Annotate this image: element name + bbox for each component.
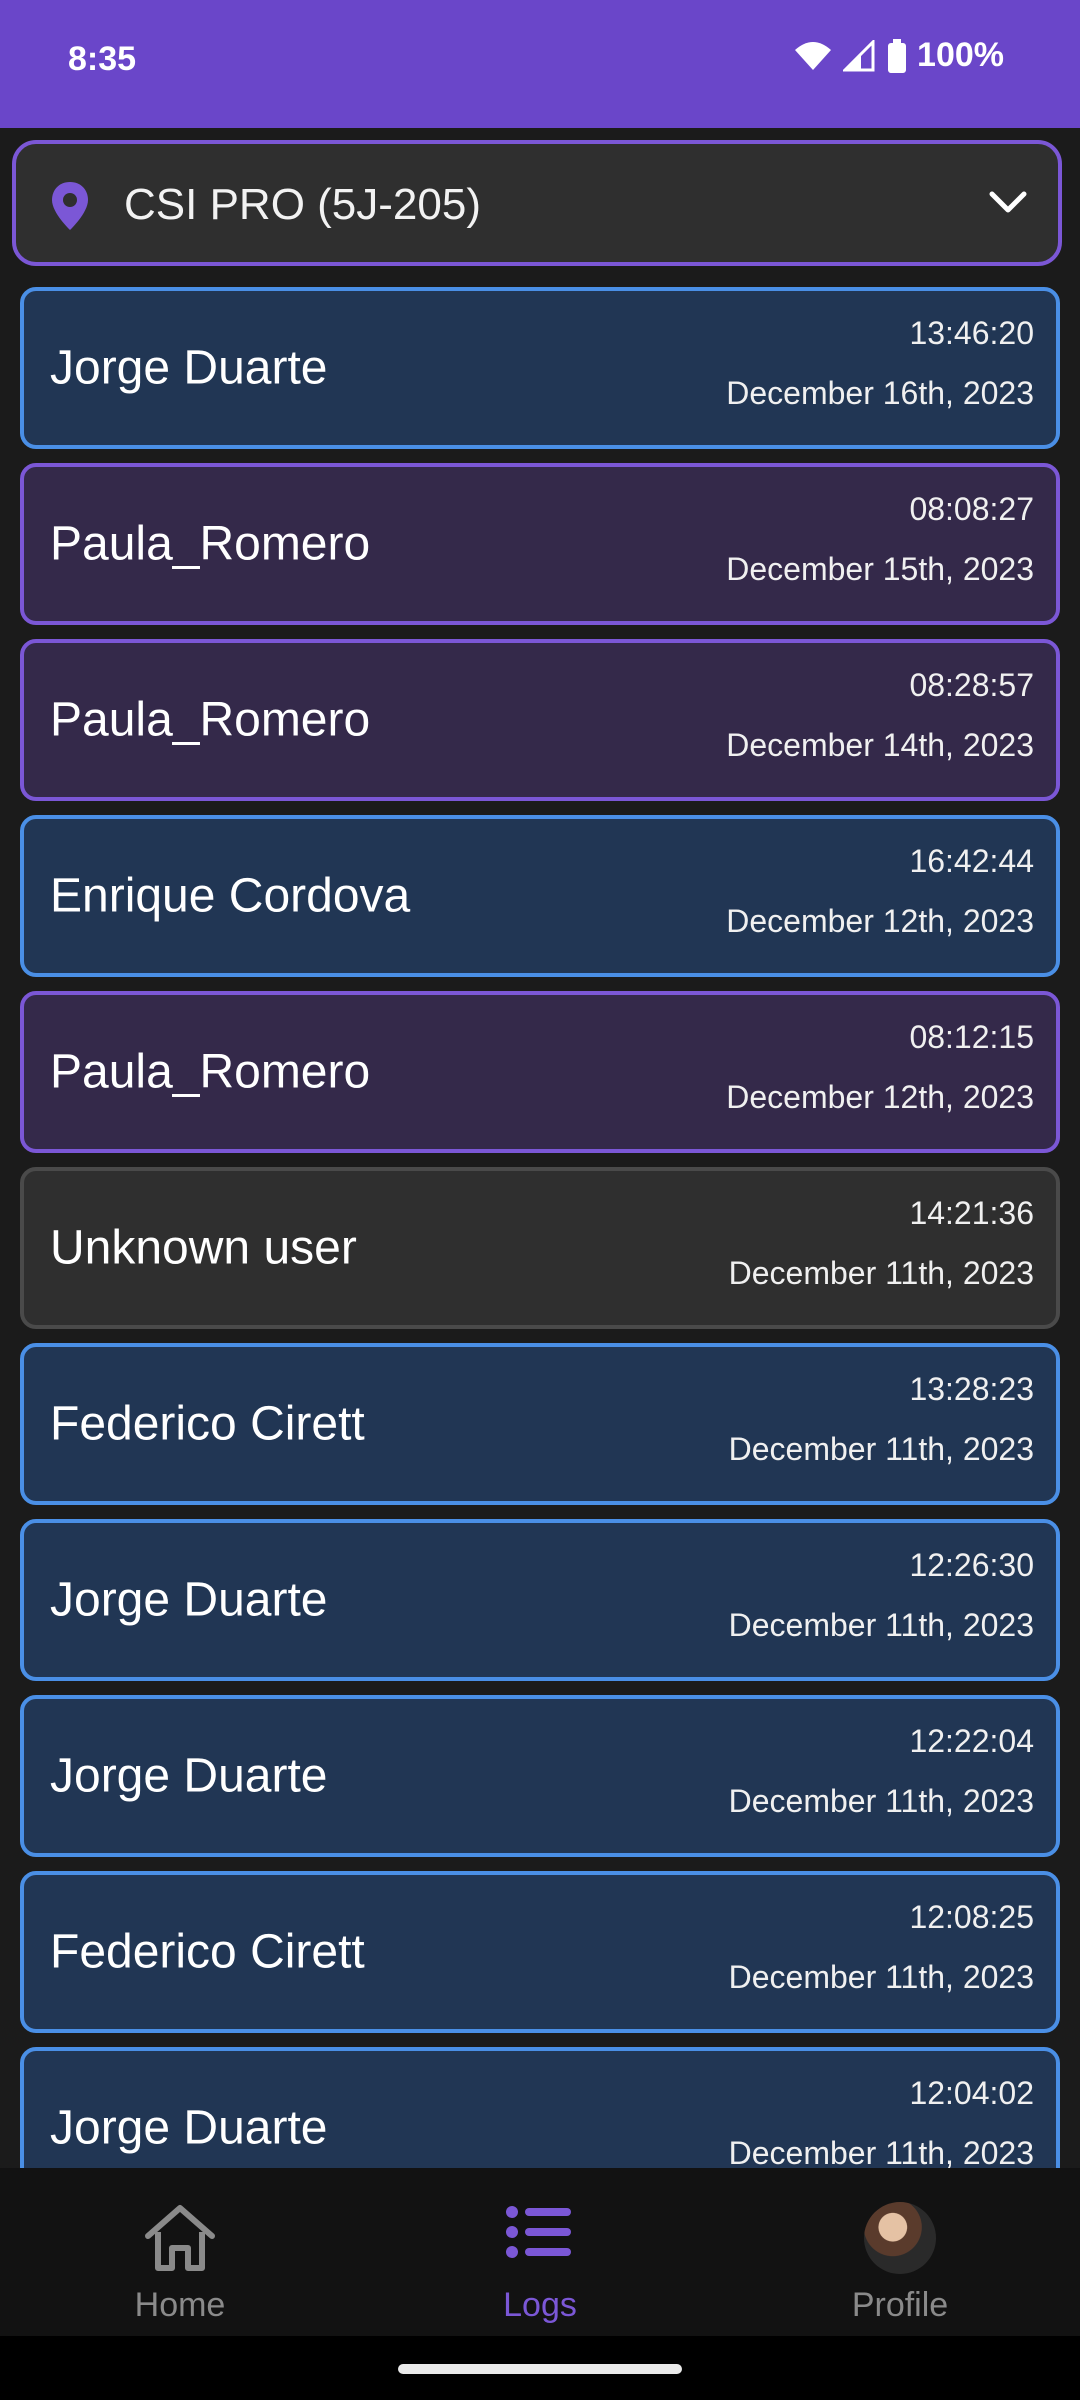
log-date: December 11th, 2023	[728, 1607, 1034, 1643]
log-date: December 15th, 2023	[726, 551, 1034, 587]
signal-icon	[843, 39, 877, 72]
log-user-name: Federico Cirett	[50, 1925, 365, 1979]
log-date: December 12th, 2023	[726, 1079, 1034, 1115]
logs-list[interactable]: Jorge Duarte 13:46:20 December 16th, 2023 P…	[20, 287, 1060, 2168]
log-time: 16:42:44	[909, 843, 1034, 879]
nav-profile[interactable]: Profile	[720, 2168, 1080, 2336]
log-time: 12:04:02	[909, 2075, 1034, 2111]
log-user-name: Unknown user	[50, 1221, 357, 1275]
battery-percent: 100%	[917, 36, 1004, 74]
log-user-name: Federico Cirett	[50, 1397, 365, 1451]
bottom-nav: Home Logs Profile	[0, 2168, 1080, 2336]
log-user-name: Enrique Cordova	[50, 869, 411, 923]
log-time: 13:46:20	[909, 315, 1034, 351]
status-bar: 8:35 100%	[0, 0, 1080, 128]
nav-logs[interactable]: Logs	[360, 2168, 720, 2336]
avatar	[864, 2202, 936, 2274]
log-time: 08:08:27	[909, 491, 1034, 527]
gesture-area	[0, 2336, 1080, 2400]
log-date: December 11th, 2023	[728, 1959, 1034, 1995]
log-user-name: Jorge Duarte	[50, 341, 328, 395]
log-time: 08:12:15	[909, 1019, 1034, 1055]
status-icons: 100%	[793, 36, 1004, 75]
wifi-icon	[793, 40, 833, 72]
nav-home-label: Home	[134, 2286, 226, 2324]
home-icon	[142, 2202, 218, 2279]
log-user-name: Jorge Duarte	[50, 1749, 328, 1803]
log-entry-card[interactable]: Enrique Cordova 16:42:44 December 12th, 20…	[20, 815, 1060, 977]
battery-icon	[887, 38, 907, 73]
log-time: 12:08:25	[909, 1899, 1034, 1935]
log-date: December 11th, 2023	[728, 2135, 1034, 2168]
log-entry-card[interactable]: Jorge Duarte 12:26:30 December 11th, 2023	[20, 1519, 1060, 1681]
log-date: December 11th, 2023	[728, 1431, 1034, 1467]
log-user-name: Jorge Duarte	[50, 1573, 328, 1627]
location-selector[interactable]: CSI PRO (5J-205)	[12, 140, 1062, 266]
log-date: December 16th, 2023	[726, 375, 1034, 411]
log-time: 12:26:30	[909, 1547, 1034, 1583]
log-date: December 11th, 2023	[728, 1783, 1034, 1819]
log-date: December 14th, 2023	[726, 727, 1034, 763]
log-time: 13:28:23	[909, 1371, 1034, 1407]
log-entry-card[interactable]: Federico Cirett 12:08:25 December 11th, 20…	[20, 1871, 1060, 2033]
log-user-name: Paula_Romero	[50, 693, 371, 747]
list-icon	[505, 2202, 575, 2267]
log-entry-card[interactable]: Jorge Duarte 13:46:20 December 16th, 2023	[20, 287, 1060, 449]
nav-profile-label: Profile	[851, 2286, 949, 2324]
log-time: 08:28:57	[909, 667, 1034, 703]
chevron-down-icon[interactable]	[988, 188, 1028, 221]
log-entry-card[interactable]: Jorge Duarte 12:22:04 December 11th, 2023	[20, 1695, 1060, 1857]
log-entry-card[interactable]: Jorge Duarte 12:04:02 December 11th, 2023	[20, 2047, 1060, 2168]
log-entry-card[interactable]: Paula_Romero 08:28:57 December 14th, 2023	[20, 639, 1060, 801]
log-entry-card[interactable]: Paula_Romero 08:12:15 December 12th, 2023	[20, 991, 1060, 1153]
profile-avatar	[864, 2202, 936, 2274]
log-user-name: Paula_Romero	[50, 517, 371, 571]
log-time: 12:22:04	[909, 1723, 1034, 1759]
log-user-name: Paula_Romero	[50, 1045, 371, 1099]
log-date: December 12th, 2023	[726, 903, 1034, 939]
location-label: CSI PRO (5J-205)	[124, 180, 481, 229]
gesture-handle[interactable]	[398, 2364, 682, 2374]
log-date: December 11th, 2023	[728, 1255, 1034, 1291]
location-pin-icon	[50, 180, 90, 237]
status-time: 8:35	[68, 40, 137, 78]
log-time: 14:21:36	[909, 1195, 1034, 1231]
log-entry-card[interactable]: Federico Cirett 13:28:23 December 11th, 20…	[20, 1343, 1060, 1505]
nav-home[interactable]: Home	[0, 2168, 360, 2336]
log-entry-card[interactable]: Unknown user 14:21:36 December 11th, 2023	[20, 1167, 1060, 1329]
log-user-name: Jorge Duarte	[50, 2101, 328, 2155]
log-entry-card[interactable]: Paula_Romero 08:08:27 December 15th, 2023	[20, 463, 1060, 625]
nav-logs-label: Logs	[503, 2286, 577, 2324]
